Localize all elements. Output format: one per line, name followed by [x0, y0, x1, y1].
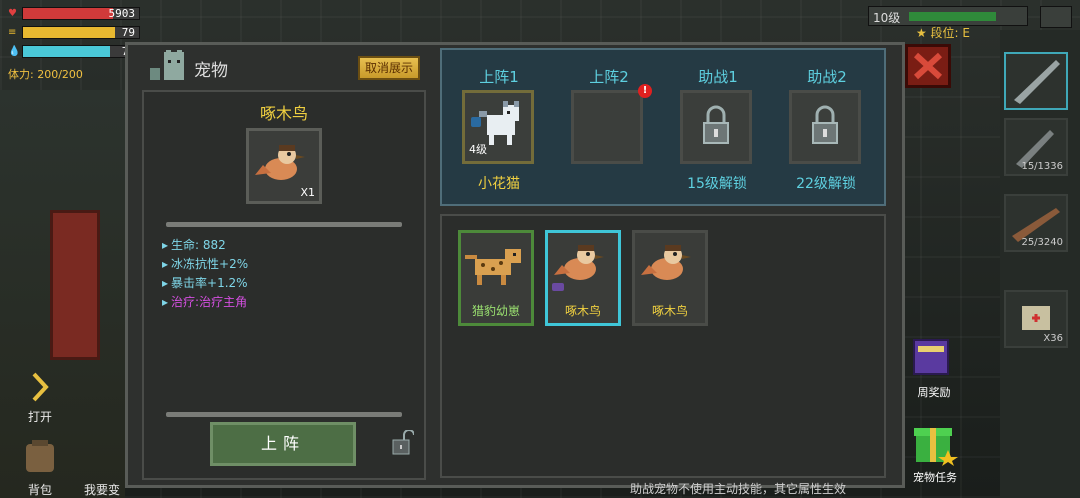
transform-label[interactable]: 我要变 — [84, 481, 120, 498]
menu-icon[interactable] — [1040, 6, 1072, 28]
slot-assist-2[interactable] — [789, 90, 861, 164]
food-icon: ≡ — [8, 27, 17, 38]
bag-label[interactable]: 背包 — [28, 481, 52, 498]
arrow-icon: ▸ — [162, 276, 169, 290]
close-icon — [913, 52, 943, 80]
slot-assist-1[interactable] — [680, 90, 752, 164]
background-mailbox — [50, 210, 100, 360]
pet-card-cheetah[interactable]: 猎豹幼崽 — [458, 230, 534, 326]
cancel-display-button[interactable]: 取消展示 — [358, 56, 420, 80]
slot-label-4: 助战2 — [807, 68, 847, 86]
stat-freeze-resist: ▸ 冰冻抗性+2% — [162, 257, 249, 271]
assist-hint-text: 助战宠物不使用主动技能，其它属性生效 — [630, 482, 847, 496]
divider-bottom — [166, 412, 402, 417]
slot-label-1: 上阵1 — [479, 68, 519, 86]
open-label[interactable]: 打开 — [28, 408, 52, 425]
level-bar: 10级 — [868, 6, 1028, 26]
divider-top — [166, 222, 402, 227]
water-icon: 💧 — [8, 46, 21, 57]
weekly-reward-label: 周奖励 — [917, 386, 951, 399]
item-slot-medkit[interactable]: X36 — [1004, 290, 1068, 348]
pet-detail-card: X1 — [246, 128, 322, 204]
stat-hp: ▸ 生命: 882 — [162, 238, 226, 252]
cat-icon — [150, 50, 184, 80]
backpack-icon[interactable] — [20, 436, 60, 476]
woodpecker-icon — [641, 245, 691, 280]
rank-text: ★ 段位: E — [915, 26, 970, 40]
slot-label-2: 上阵2 — [589, 68, 629, 86]
stat-skill-heal: ▸ 治疗:治疗主角 — [162, 295, 248, 309]
cheetah-icon — [465, 249, 521, 285]
slot-unlock-text-3: 15级解锁 — [687, 176, 747, 192]
alert-icon: ! — [638, 84, 652, 98]
pet-detail-name: 啄木鸟 — [259, 104, 308, 123]
food-bar: 79 — [22, 26, 140, 39]
pet-card-woodpecker-2[interactable]: 啄木鸟 — [632, 230, 708, 326]
slot-unlock-text-4: 22级解锁 — [796, 176, 856, 192]
open-arrow-icon[interactable] — [30, 370, 52, 404]
arrow-icon: ▸ — [162, 257, 169, 271]
arrow-icon: ▸ — [162, 295, 169, 309]
slot-deploy-2[interactable] — [571, 90, 643, 164]
pet-task-label: 宠物任务 — [913, 471, 957, 484]
slot-label-3: 助战1 — [698, 68, 738, 86]
weapon-slot-knife[interactable]: 15/1336 — [1004, 118, 1068, 176]
machete-icon — [1014, 60, 1060, 104]
weekly-reward-icon[interactable] — [910, 336, 956, 382]
water-bar: 75 — [22, 45, 140, 58]
star-icon: ★ — [915, 26, 931, 40]
arrow-icon: ▸ — [162, 238, 169, 252]
panel-title: 宠物 — [194, 61, 228, 81]
weapon-slot-machete[interactable] — [1004, 52, 1068, 110]
pet-card-woodpecker-1[interactable]: 啄木鸟 — [545, 230, 621, 326]
gift-icon[interactable] — [912, 420, 958, 466]
close-button[interactable] — [905, 44, 951, 88]
slot-pet-name-1: 小花猫 — [478, 176, 520, 192]
weapon-slot-rifle[interactable]: 25/3240 — [1004, 194, 1068, 252]
lock-icon — [703, 105, 729, 144]
hp-bar: 5903 — [22, 7, 140, 20]
heart-icon: ♥ — [8, 8, 17, 19]
lock-icon — [812, 105, 838, 144]
unlock-icon[interactable] — [392, 430, 414, 456]
stat-crit-rate: ▸ 暴击率+1.2% — [162, 276, 248, 290]
stamina-text: 体力: 200/200 — [8, 68, 83, 81]
woodpecker-icon — [552, 245, 604, 291]
deploy-button[interactable]: 上阵 — [210, 422, 356, 466]
slot-deploy-1[interactable]: 4级 — [462, 90, 534, 164]
